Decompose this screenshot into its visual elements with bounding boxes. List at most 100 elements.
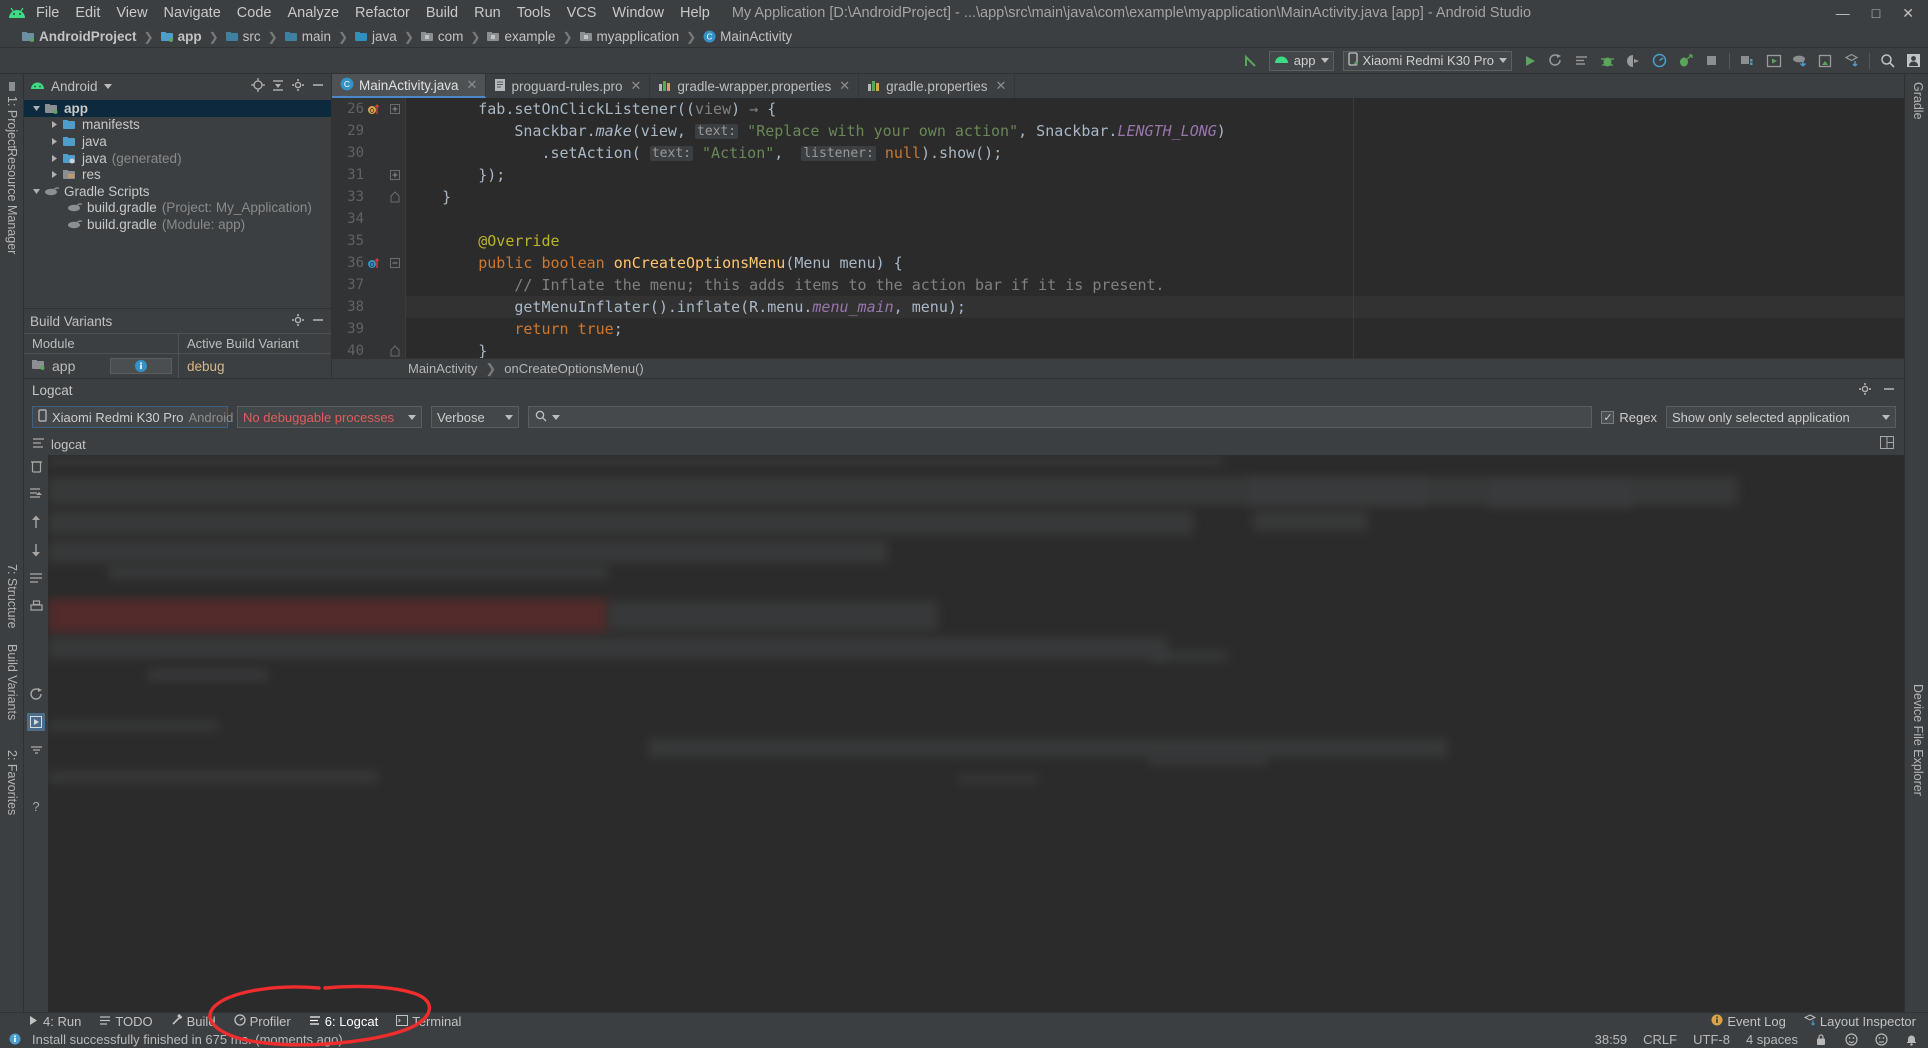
gutter-line[interactable]: 33 xyxy=(332,186,384,208)
breadcrumb-item-androidproject[interactable]: AndroidProject xyxy=(22,29,137,44)
sidebar-item-gradle[interactable]: Gradle xyxy=(1911,82,1925,120)
twisty-closed-icon[interactable] xyxy=(48,120,61,129)
fold-marker[interactable] xyxy=(384,340,405,358)
logcat-output[interactable] xyxy=(48,455,1904,1012)
checkbox-icon[interactable]: ✓ xyxy=(1601,410,1615,424)
chevron-down-icon[interactable] xyxy=(1882,414,1890,420)
twisty-closed-icon[interactable] xyxy=(48,137,61,146)
menu-code[interactable]: Code xyxy=(229,3,280,23)
twisty-closed-icon[interactable] xyxy=(48,154,61,163)
fold-marker[interactable] xyxy=(384,98,405,120)
menu-file[interactable]: File xyxy=(28,3,67,23)
print-icon[interactable] xyxy=(27,597,45,615)
menu-view[interactable]: View xyxy=(108,3,155,23)
lock-icon[interactable] xyxy=(1814,1032,1828,1046)
project-view-selector[interactable]: Android xyxy=(51,79,98,94)
bottom-tool-todo[interactable]: TODO xyxy=(99,1014,153,1029)
twisty-open-icon[interactable] xyxy=(30,187,43,196)
editor-gutter[interactable]: 26O29303133343536O3738394041 xyxy=(332,98,384,358)
menu-refactor[interactable]: Refactor xyxy=(347,3,418,23)
restart-icon[interactable] xyxy=(27,685,45,703)
inspection-icon[interactable] xyxy=(1844,1032,1858,1046)
fold-marker[interactable] xyxy=(384,164,405,186)
code-line[interactable]: Snackbar. make (view, text: "Replace with … xyxy=(406,120,1904,142)
minimize-button[interactable]: — xyxy=(1836,5,1850,21)
code-line[interactable]: getMenuInflater().inflate(R.menu. menu_ma… xyxy=(406,296,1904,318)
close-icon[interactable]: ✕ xyxy=(631,78,642,94)
tab-proguard-rules-pro[interactable]: proguard-rules.pro ✕ xyxy=(486,74,651,98)
logcat-icon[interactable] xyxy=(1573,52,1590,69)
logcat-regex-toggle[interactable]: ✓ Regex xyxy=(1601,410,1657,425)
settings-gear-icon[interactable] xyxy=(1858,382,1872,399)
run-configuration-selector[interactable]: app xyxy=(1268,50,1334,71)
breadcrumb-item-app[interactable]: app xyxy=(160,29,202,44)
code-line[interactable]: }); xyxy=(406,164,1904,186)
sidebar-item-structure[interactable]: 7: Structure xyxy=(5,564,19,629)
settings-gear-icon[interactable] xyxy=(291,313,305,330)
tab-mainactivity-java[interactable]: C MainActivity.java ✕ xyxy=(332,74,487,98)
logcat-tab-label[interactable]: logcat xyxy=(51,437,86,452)
fold-marker[interactable] xyxy=(384,252,405,274)
file-encoding[interactable]: UTF-8 xyxy=(1693,1032,1730,1047)
chevron-down-icon[interactable] xyxy=(408,414,416,420)
soft-wrap-icon[interactable] xyxy=(27,569,45,587)
gutter-line[interactable]: 36 O xyxy=(332,252,384,274)
gutter-line[interactable]: 34 xyxy=(332,208,384,230)
breadcrumb-item-example[interactable]: example xyxy=(487,29,555,44)
user-account-icon[interactable] xyxy=(1905,52,1922,69)
sdk-manager-icon[interactable] xyxy=(1765,52,1782,69)
tree-item-build-gradle-project[interactable]: build.gradle (Project: My_Application) xyxy=(24,200,331,217)
layout-inspector-icon[interactable] xyxy=(1843,52,1860,69)
close-icon[interactable]: ✕ xyxy=(467,77,478,93)
logcat-level-selector[interactable]: Verbose xyxy=(431,406,519,428)
menu-edit[interactable]: Edit xyxy=(67,3,108,23)
line-separator[interactable]: CRLF xyxy=(1643,1032,1677,1047)
code-text[interactable]: fab.setOnClickListener((view) → { Snackb… xyxy=(406,98,1904,358)
logcat-scope-selector[interactable]: Show only selected application xyxy=(1666,406,1896,428)
gutter-line[interactable]: 30 xyxy=(332,142,384,164)
code-editor[interactable]: 26O29303133343536O3738394041 fab.setOnCl… xyxy=(332,98,1904,358)
sidebar-item-device-file-explorer[interactable]: Device File Explorer xyxy=(1911,684,1925,796)
logcat-device-selector[interactable]: Xiaomi Redmi K30 Pro Android xyxy=(32,406,247,428)
menu-tools[interactable]: Tools xyxy=(509,3,559,23)
sidebar-item-project[interactable]: 1: Project xyxy=(5,82,19,149)
column-header-module[interactable]: Module xyxy=(24,334,179,353)
hide-icon[interactable] xyxy=(1882,382,1896,399)
code-line[interactable]: .setAction( text: "Action", listener: nu… xyxy=(406,142,1904,164)
gutter-line[interactable]: 35 xyxy=(332,230,384,252)
settings-gear-icon[interactable] xyxy=(291,78,305,95)
debug-icon[interactable] xyxy=(1599,52,1616,69)
build-variant-module-cell[interactable]: app xyxy=(24,354,179,378)
tree-item-java-generated[interactable]: java (generated) xyxy=(24,150,331,167)
bottom-tool-terminal[interactable]: Terminal xyxy=(396,1014,461,1029)
chevron-down-icon[interactable] xyxy=(552,414,560,420)
bottom-tool-profiler[interactable]: Profiler xyxy=(233,1014,291,1029)
notifications-icon[interactable] xyxy=(1904,1032,1918,1046)
bottom-tool-event-log[interactable]: Event Log xyxy=(1711,1014,1786,1029)
code-line[interactable] xyxy=(406,208,1904,230)
bottom-tool-layout-inspector[interactable]: Layout Inspector xyxy=(1803,1014,1916,1029)
device-file-explorer-icon[interactable] xyxy=(1817,52,1834,69)
menu-run[interactable]: Run xyxy=(466,3,509,23)
menu-navigate[interactable]: Navigate xyxy=(156,3,229,23)
down-arrow-icon[interactable] xyxy=(27,541,45,559)
logcat-process-selector[interactable]: No debuggable processes xyxy=(237,406,422,428)
column-header-active-build-variant[interactable]: Active Build Variant xyxy=(179,334,331,353)
tree-item-java[interactable]: java xyxy=(24,133,331,150)
gutter-line[interactable]: 38 xyxy=(332,296,384,318)
fold-marker[interactable] xyxy=(384,186,405,208)
code-line[interactable]: } xyxy=(406,340,1904,358)
status-message[interactable]: Install successfully finished in 675 ms.… xyxy=(32,1032,343,1047)
memory-icon[interactable] xyxy=(1874,1032,1888,1046)
menu-build[interactable]: Build xyxy=(418,3,466,23)
bottom-tool-run[interactable]: 4: Run xyxy=(28,1014,81,1029)
chevron-down-icon[interactable] xyxy=(505,414,513,420)
jump-to-source-icon[interactable] xyxy=(1243,52,1260,69)
close-icon[interactable]: ✕ xyxy=(995,78,1006,94)
code-line[interactable]: fab.setOnClickListener((view) → { xyxy=(406,98,1904,120)
menu-vcs[interactable]: VCS xyxy=(559,3,605,23)
breadcrumb-class[interactable]: MainActivity xyxy=(408,361,477,376)
breadcrumb-item-java[interactable]: java xyxy=(355,29,397,44)
collapse-all-icon[interactable] xyxy=(271,78,285,95)
twisty-closed-icon[interactable] xyxy=(48,170,61,179)
